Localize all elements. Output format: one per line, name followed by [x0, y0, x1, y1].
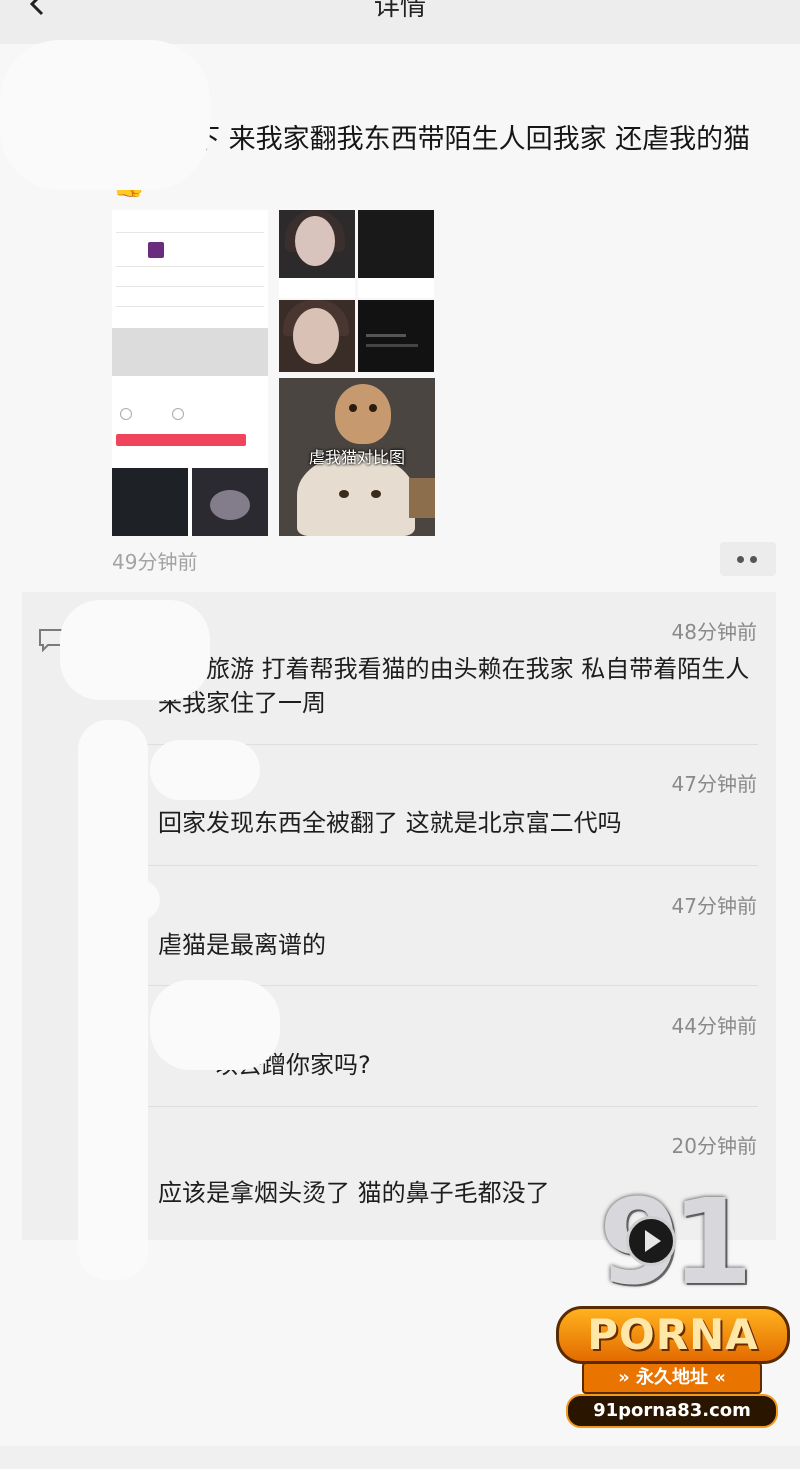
redaction-mark [100, 880, 160, 920]
watermark-ribbon: » 永久地址 « [582, 1362, 762, 1394]
comment-text: 回家发现东西全被翻了 这就是北京富二代吗 [158, 809, 622, 837]
play-icon [626, 1216, 676, 1266]
watermark-url: 91porna83.com [566, 1394, 778, 1428]
comment-time: 48分钟前 [671, 620, 757, 644]
post-image-cat-comparison[interactable]: 虐我猫对比图 [279, 378, 435, 536]
redaction-mark [150, 740, 260, 800]
dot-icon [737, 556, 744, 563]
comment-text: 我去旅游 打着帮我看猫的由头赖在我家 私自带着陌生人来我家住了一周 [158, 655, 750, 717]
comment-text: 以去蹭你家吗? [214, 1051, 371, 1079]
avatar [148, 242, 164, 258]
more-options-button[interactable] [720, 542, 776, 576]
post-image-photo-4[interactable] [358, 300, 434, 372]
post-text: 避雷一下 来我家翻我东西带陌生人回我家 还虐我的猫 👍 [112, 118, 782, 206]
post-image-photo-1[interactable] [279, 210, 355, 298]
redaction-mark [100, 640, 160, 670]
redaction-mark [150, 980, 280, 1070]
top-bar: 详情 [0, 0, 800, 44]
comment-time: 47分钟前 [671, 772, 757, 796]
page-title: 详情 [373, 0, 426, 22]
post-image-photo-2[interactable] [358, 210, 434, 298]
watermark-brand: PORNA [556, 1306, 790, 1364]
redaction-mark [0, 40, 210, 190]
dot-icon [750, 556, 757, 563]
image-caption: 虐我猫对比图 [308, 448, 405, 467]
post-image-screenshot[interactable] [112, 210, 268, 536]
divider [80, 865, 758, 866]
post-image-photo-3[interactable] [279, 300, 355, 372]
comment-text: 虐猫是最离谱的 [158, 931, 326, 959]
watermark-logo: 91 PORNA » 永久地址 « 91porna83.com [552, 1180, 790, 1430]
post-timestamp: 49分钟前 [112, 550, 198, 574]
redaction-mark [78, 720, 148, 1280]
comment-time: 47分钟前 [671, 894, 757, 918]
comment-time: 20分钟前 [671, 1134, 757, 1158]
divider [80, 1106, 758, 1107]
bottom-bar [0, 1446, 800, 1469]
comment-time: 44分钟前 [671, 1014, 757, 1038]
